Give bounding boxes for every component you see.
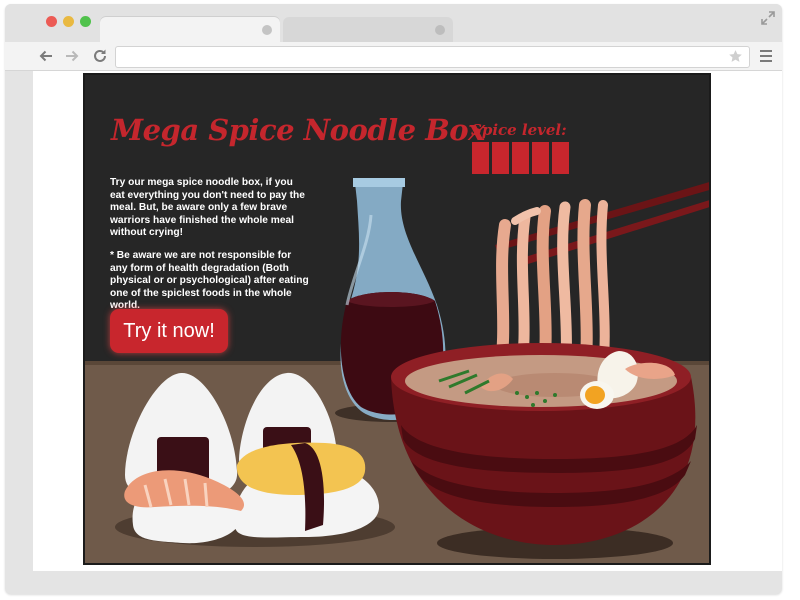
forward-arrow-icon[interactable] [63, 47, 81, 65]
spice-level-block [492, 142, 509, 174]
bookmark-star-icon[interactable] [728, 49, 743, 64]
disclaimer-paragraph: * Be aware we are not responsible for an… [110, 249, 309, 312]
spice-level-block [512, 142, 529, 174]
browser-titlebar [5, 4, 782, 43]
browser-menu-icon[interactable] [759, 48, 773, 64]
close-window-button[interactable] [46, 16, 57, 27]
description-paragraph: Try our mega spice noodle box, if you ea… [110, 177, 305, 239]
noodle-promo-hero: Mega Spice Noodle Box Spice level: Try o… [83, 73, 711, 565]
reload-icon[interactable] [91, 47, 109, 65]
browser-toolbar [5, 42, 782, 71]
back-arrow-icon[interactable] [37, 47, 55, 65]
browser-tab-inactive[interactable] [283, 17, 453, 43]
page-title: Mega Spice Noodle Box [111, 113, 485, 147]
promo-description: Try our mega spice noodle box, if you ea… [110, 177, 310, 323]
spice-level-block [552, 142, 569, 174]
address-bar[interactable] [115, 46, 750, 68]
maximize-window-button[interactable] [80, 16, 91, 27]
try-it-now-button[interactable]: Try it now! [110, 309, 228, 353]
browser-tab-active[interactable] [100, 17, 280, 43]
spice-level-label: Spice level: [471, 121, 567, 139]
spice-level-block [532, 142, 549, 174]
tab-close-icon[interactable] [435, 25, 445, 35]
spice-level-meter [472, 142, 572, 174]
tab-close-icon[interactable] [262, 25, 272, 35]
spice-level-block [472, 142, 489, 174]
minimize-window-button[interactable] [63, 16, 74, 27]
fullscreen-icon[interactable] [761, 11, 775, 25]
